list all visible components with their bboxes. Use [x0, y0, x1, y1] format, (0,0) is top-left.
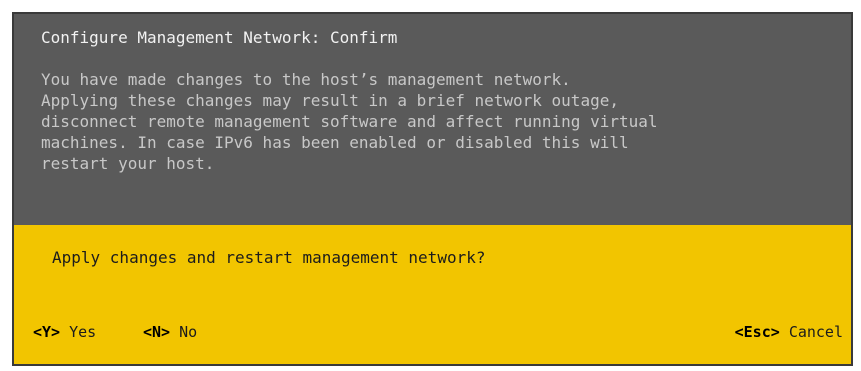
no-label: No — [179, 323, 198, 341]
message-line: You have made changes to the host’s mana… — [41, 70, 571, 89]
message-line: restart your host. — [41, 154, 215, 173]
cancel-key-hint: <Esc> — [734, 323, 780, 341]
no-button[interactable]: <N> No — [143, 322, 197, 342]
message-line: disconnect remote management software an… — [41, 112, 658, 131]
yes-key-hint: <Y> — [33, 323, 61, 341]
message-line: Applying these changes may result in a b… — [41, 91, 619, 110]
cancel-button[interactable]: <Esc> Cancel — [735, 322, 843, 342]
dialog-title: Configure Management Network: Confirm — [41, 28, 398, 47]
cancel-label: Cancel — [788, 323, 843, 341]
yes-label: Yes — [69, 323, 97, 341]
dialog-message: You have made changes to the host’s mana… — [41, 69, 841, 174]
confirm-dialog: Configure Management Network: Confirm Yo… — [12, 12, 853, 366]
message-line: machines. In case IPv6 has been enabled … — [41, 133, 629, 152]
dialog-header-panel: Configure Management Network: Confirm Yo… — [14, 14, 851, 225]
no-key-hint: <N> — [143, 323, 171, 341]
yes-button[interactable]: <Y> Yes — [33, 322, 96, 342]
confirm-prompt: Apply changes and restart management net… — [52, 248, 486, 267]
